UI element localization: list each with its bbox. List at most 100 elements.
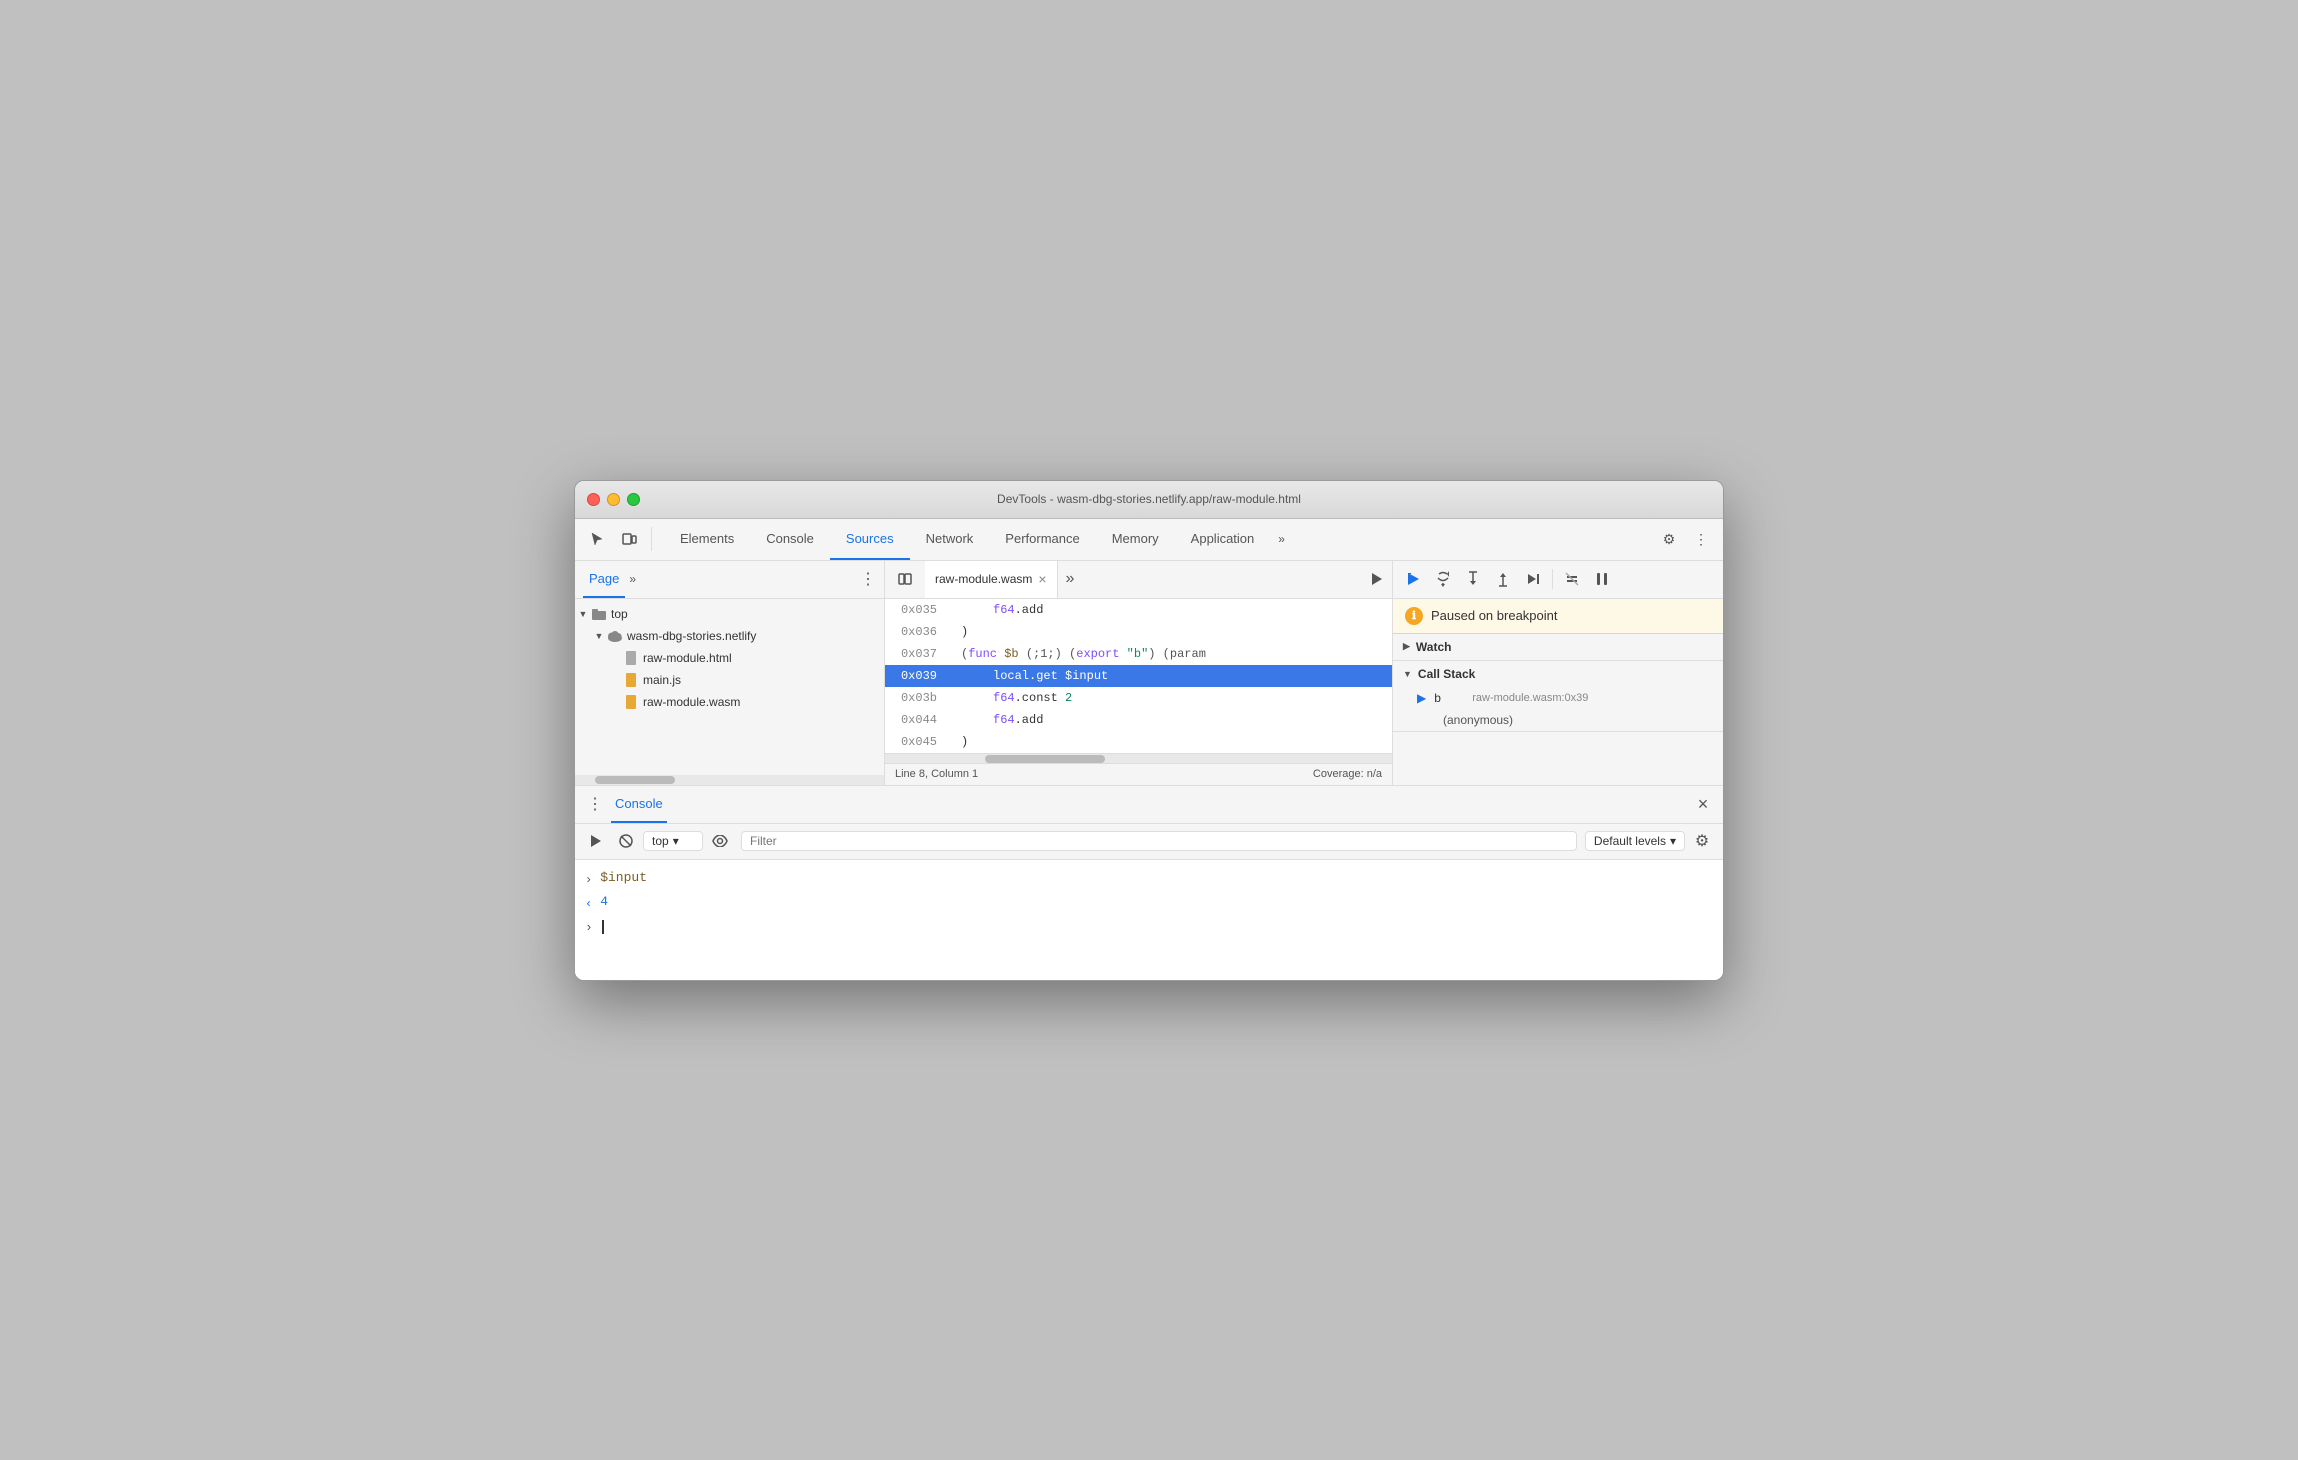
file-js-icon [623, 673, 639, 687]
log-levels-selector[interactable]: Default levels ▾ [1585, 831, 1685, 851]
tree-item-mainjs[interactable]: main.js [575, 669, 884, 691]
call-stack-location-b: raw-module.wasm:0x39 [1472, 692, 1588, 704]
console-entry-input: › $input [575, 868, 1723, 892]
tab-console[interactable]: Console [750, 518, 830, 560]
call-stack-func-anon: (anonymous) [1443, 713, 1513, 727]
nav-tabs: Elements Console Sources Network Perform… [664, 518, 1655, 560]
top-toolbar: Elements Console Sources Network Perform… [575, 519, 1723, 561]
watch-label: Watch [1416, 640, 1452, 654]
console-cursor [601, 920, 604, 935]
tab-network[interactable]: Network [910, 518, 990, 560]
source-tab-close-icon[interactable]: × [1038, 571, 1046, 587]
console-panel: ⋮ Console × [575, 785, 1723, 980]
file-panel-header: Page » ⋮ [575, 561, 884, 599]
step-over-button[interactable] [1429, 565, 1457, 593]
console-input-value: $input [600, 870, 647, 885]
call-stack-header[interactable]: ▼ Call Stack [1393, 661, 1723, 687]
paused-icon: ℹ [1405, 607, 1423, 625]
window-title: DevTools - wasm-dbg-stories.netlify.app/… [997, 492, 1301, 506]
title-bar: DevTools - wasm-dbg-stories.netlify.app/… [575, 481, 1723, 519]
step-into-button[interactable] [1459, 565, 1487, 593]
levels-dropdown-icon: ▾ [1670, 834, 1676, 848]
tab-memory[interactable]: Memory [1096, 518, 1175, 560]
minimize-button[interactable] [607, 493, 620, 506]
tab-application[interactable]: Application [1175, 518, 1271, 560]
console-clear-icon[interactable] [613, 828, 639, 854]
cursor-icon[interactable] [583, 525, 611, 553]
call-stack-item-anon[interactable]: (anonymous) [1393, 709, 1723, 731]
call-stack-func-b: b [1434, 691, 1464, 705]
code-line-039: 0x039 local.get $input [885, 665, 1392, 687]
devtools-container: Elements Console Sources Network Perform… [575, 519, 1723, 980]
source-panel: raw-module.wasm × » [885, 561, 1393, 785]
run-snippet-icon[interactable] [1360, 563, 1392, 595]
step-out-button[interactable] [1489, 565, 1517, 593]
settings-icon[interactable]: ⚙ [1655, 525, 1683, 553]
pause-on-exceptions-button[interactable] [1588, 565, 1616, 593]
call-stack-label: Call Stack [1418, 667, 1475, 681]
more-options-icon[interactable]: ⋮ [1687, 525, 1715, 553]
console-input-arrow-icon: › [585, 870, 592, 890]
tab-performance[interactable]: Performance [989, 518, 1095, 560]
tree-item-netlify[interactable]: ▼ wasm-dbg-stories.netlify [575, 625, 884, 647]
sidebar-toggle-icon[interactable] [889, 563, 921, 595]
more-tabs-button[interactable]: » [1270, 518, 1293, 560]
toolbar-icons [583, 525, 656, 553]
file-panel: Page » ⋮ ▼ [575, 561, 885, 785]
source-scrollbar[interactable] [885, 753, 1392, 763]
console-output-arrow-icon: ‹ [585, 894, 592, 914]
tree-label-html: raw-module.html [643, 651, 732, 665]
console-tab-label[interactable]: Console [611, 786, 667, 823]
debug-panel: ℹ Paused on breakpoint ▶ Watch ▼ [1393, 561, 1723, 785]
resume-button[interactable] [1399, 565, 1427, 593]
more-file-tabs-button[interactable]: » [629, 572, 636, 586]
tree-label-top: top [611, 607, 628, 621]
devtools-window: DevTools - wasm-dbg-stories.netlify.app/… [574, 480, 1724, 981]
watch-arrow-icon: ▶ [1403, 641, 1410, 652]
console-menu-icon[interactable]: ⋮ [583, 792, 607, 816]
console-entry-output: ‹ 4 [575, 892, 1723, 916]
console-close-button[interactable]: × [1691, 792, 1715, 816]
tab-elements[interactable]: Elements [664, 518, 750, 560]
step-button[interactable] [1519, 565, 1547, 593]
console-toolbar: top ▾ Default levels ▾ ⚙ [575, 824, 1723, 860]
device-toolbar-icon[interactable] [615, 525, 643, 553]
tree-label-wasm: raw-module.wasm [643, 695, 740, 709]
tree-item-top[interactable]: ▼ top [575, 603, 884, 625]
tree-label-mainjs: main.js [643, 673, 681, 687]
watch-header[interactable]: ▶ Watch [1393, 634, 1723, 660]
paused-banner: ℹ Paused on breakpoint [1393, 599, 1723, 634]
deactivate-breakpoints-button[interactable] [1558, 565, 1586, 593]
toolbar-right: ⚙ ⋮ [1655, 525, 1715, 553]
maximize-button[interactable] [627, 493, 640, 506]
cursor-position: Line 8, Column 1 [895, 768, 978, 780]
main-panels: Page » ⋮ ▼ [575, 561, 1723, 785]
more-source-tabs-button[interactable]: » [1058, 570, 1083, 588]
console-settings-icon[interactable]: ⚙ [1689, 828, 1715, 854]
close-button[interactable] [587, 493, 600, 506]
context-selector[interactable]: top ▾ [643, 831, 703, 851]
tab-sources[interactable]: Sources [830, 518, 910, 560]
log-levels-label: Default levels [1594, 834, 1666, 848]
call-stack-item-b[interactable]: ▶ b raw-module.wasm:0x39 [1393, 687, 1723, 709]
source-content: 0x035 f64.add 0x036 ) 0x037 ( [885, 599, 1392, 753]
console-content: › $input ‹ 4 › [575, 860, 1723, 980]
toolbar-divider [651, 527, 652, 551]
file-panel-menu-icon[interactable]: ⋮ [860, 569, 876, 589]
eye-icon[interactable] [707, 828, 733, 854]
source-tab-wasm[interactable]: raw-module.wasm × [925, 561, 1058, 598]
tree-item-wasm[interactable]: raw-module.wasm [575, 691, 884, 713]
code-line-044: 0x044 f64.add [885, 709, 1392, 731]
debug-toolbar [1393, 561, 1723, 599]
console-header: ⋮ Console × [575, 786, 1723, 824]
console-filter-input[interactable] [741, 831, 1577, 851]
tree-item-html[interactable]: raw-module.html [575, 647, 884, 669]
debug-divider [1552, 569, 1553, 589]
paused-text: Paused on breakpoint [1431, 608, 1557, 623]
code-line-035: 0x035 f64.add [885, 599, 1392, 621]
tree-arrow-netlify: ▼ [591, 631, 607, 641]
console-run-icon[interactable] [583, 828, 609, 854]
console-input-line[interactable]: › [575, 916, 1723, 939]
page-tab[interactable]: Page [583, 561, 625, 598]
file-panel-scrollbar[interactable] [575, 775, 884, 785]
